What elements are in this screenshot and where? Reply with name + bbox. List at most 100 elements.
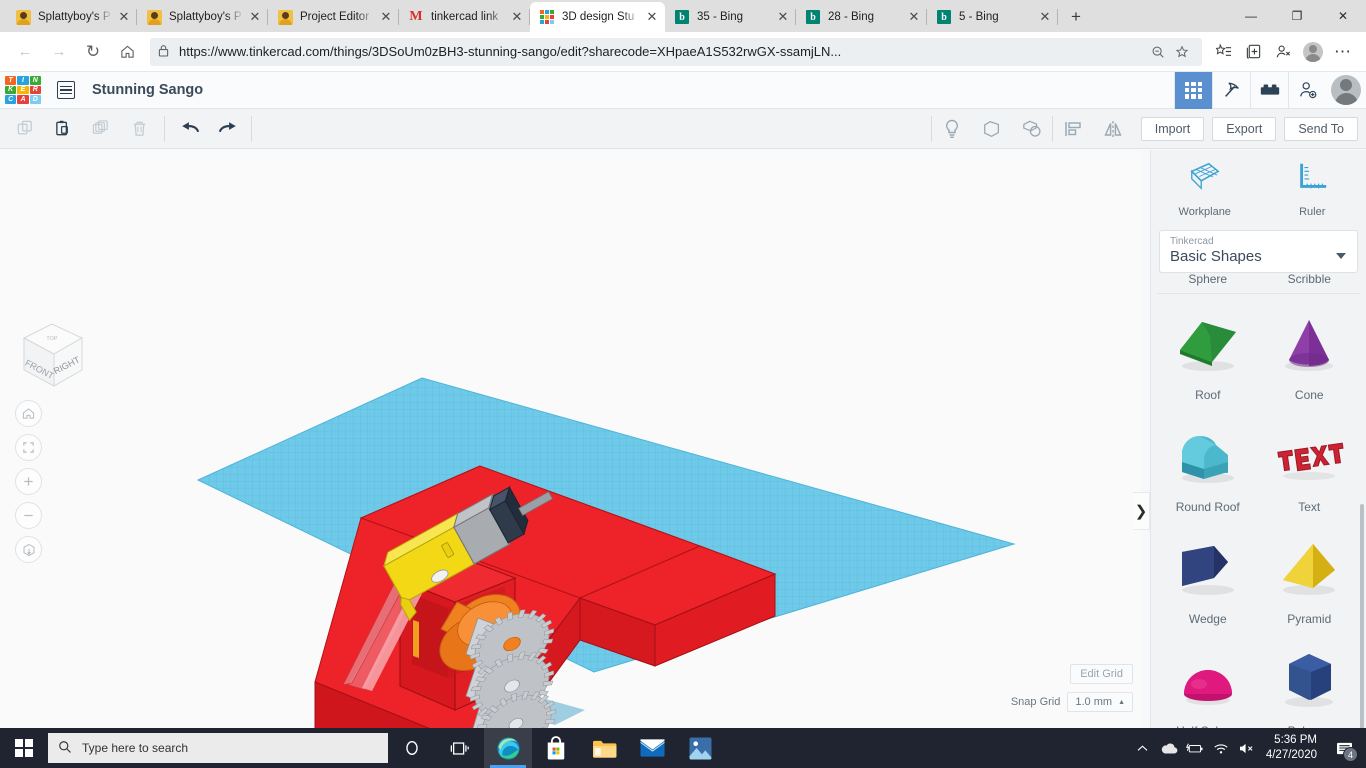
tab-close-button[interactable]: ✕: [115, 8, 133, 26]
browser-tab[interactable]: M tinkercad link ✕: [399, 2, 530, 32]
redo-icon[interactable]: [209, 112, 247, 146]
shapes-scroll-area[interactable]: Sphere Scribble Roof Cone Round Roof Tex…: [1151, 272, 1366, 728]
add-person-icon[interactable]: [1288, 71, 1326, 109]
browser-tab[interactable]: b 5 - Bing ✕: [927, 2, 1058, 32]
home-view-icon[interactable]: [15, 400, 42, 427]
browser-tab[interactable]: Splattyboy's P ✕: [6, 2, 137, 32]
browser-tab[interactable]: b 35 - Bing ✕: [665, 2, 796, 32]
view-cube[interactable]: TOP FRONT RIGHT: [14, 316, 90, 394]
shape-label: Pyramid: [1287, 612, 1332, 626]
favorites-icon[interactable]: [1208, 37, 1238, 67]
import-button[interactable]: Import: [1140, 116, 1205, 141]
panel-scrollbar[interactable]: [1360, 504, 1364, 728]
share-icon[interactable]: [1268, 37, 1298, 67]
profile-icon[interactable]: [1298, 37, 1328, 67]
shape-item-polygon[interactable]: Polygon: [1259, 630, 1361, 728]
half-sphere-shape-icon: [1172, 640, 1244, 718]
windows-start-icon[interactable]: [0, 728, 48, 768]
shape-item-sphere[interactable]: Sphere: [1157, 272, 1259, 290]
onedrive-icon[interactable]: [1156, 728, 1182, 768]
edge-icon[interactable]: [484, 728, 532, 768]
light-bulb-icon[interactable]: [932, 112, 972, 146]
pickaxe-icon[interactable]: [1212, 71, 1250, 109]
show-hidden-icons-chevron[interactable]: [1130, 728, 1156, 768]
tab-close-button[interactable]: ✕: [1036, 8, 1054, 26]
taskbar-clock[interactable]: 5:36 PM 4/27/2020: [1260, 733, 1326, 763]
file-explorer-icon[interactable]: [580, 728, 628, 768]
shape-item-pyramid[interactable]: Pyramid: [1259, 518, 1361, 630]
forward-button[interactable]: →: [42, 35, 76, 69]
shape-item-roof[interactable]: Roof: [1157, 294, 1259, 406]
panel-collapse-handle[interactable]: ❯: [1133, 492, 1150, 530]
snap-grid-dropdown[interactable]: 1.0 mm ▲: [1067, 692, 1133, 712]
tab-close-button[interactable]: ✕: [774, 8, 792, 26]
tinkercad-logo-icon[interactable]: T I N K E R C A D: [5, 76, 41, 104]
action-center-icon[interactable]: 4: [1326, 728, 1362, 768]
mirror-icon[interactable]: [1093, 112, 1133, 146]
cortana-icon[interactable]: [388, 728, 436, 768]
shape-item-cone[interactable]: Cone: [1259, 294, 1361, 406]
workplane-tool[interactable]: Workplane: [1151, 160, 1259, 218]
battery-icon[interactable]: [1182, 728, 1208, 768]
browser-tab-active[interactable]: 3D design Stu ✕: [530, 2, 665, 32]
ortho-perspective-icon[interactable]: [15, 536, 42, 563]
shape-library-dropdown[interactable]: Tinkercad Basic Shapes: [1159, 230, 1358, 273]
export-button[interactable]: Export: [1212, 116, 1277, 141]
tab-close-button[interactable]: ✕: [377, 8, 395, 26]
copy-icon[interactable]: [6, 112, 44, 146]
zoom-out-icon[interactable]: [15, 502, 42, 529]
tab-title: Splattyboy's P: [169, 11, 242, 23]
volume-muted-icon[interactable]: [1234, 728, 1260, 768]
design-name[interactable]: Stunning Sango: [92, 82, 203, 98]
microsoft-store-icon[interactable]: [532, 728, 580, 768]
browser-tab[interactable]: Project Editor ✕: [268, 2, 399, 32]
address-bar[interactable]: https://www.tinkercad.com/things/3DSoUm0…: [150, 37, 1202, 66]
ruler-tool[interactable]: Ruler: [1259, 160, 1366, 218]
tab-close-button[interactable]: ✕: [905, 8, 923, 26]
delete-icon[interactable]: [120, 112, 158, 146]
shape-label: Scribble: [1287, 272, 1331, 286]
mail-icon[interactable]: [628, 728, 676, 768]
tab-close-button[interactable]: ✕: [643, 8, 661, 26]
shape-item-round-roof[interactable]: Round Roof: [1157, 406, 1259, 518]
minimize-button[interactable]: —: [1228, 0, 1274, 32]
shape-item-text[interactable]: Text: [1259, 406, 1361, 518]
close-window-button[interactable]: ✕: [1320, 0, 1366, 32]
back-button[interactable]: ←: [8, 35, 42, 69]
reload-button[interactable]: ↻: [76, 35, 110, 69]
collections-icon[interactable]: [1238, 37, 1268, 67]
shape-item-wedge[interactable]: Wedge: [1157, 518, 1259, 630]
user-avatar[interactable]: [1326, 72, 1366, 109]
tab-close-button[interactable]: ✕: [246, 8, 264, 26]
shape-item-scribble[interactable]: Scribble: [1259, 272, 1361, 290]
list-menu-icon[interactable]: [57, 81, 75, 99]
zoom-out-icon[interactable]: [1146, 40, 1170, 64]
paste-icon[interactable]: [44, 112, 82, 146]
shapes-grid: Sphere Scribble Roof Cone Round Roof Tex…: [1151, 272, 1366, 728]
task-view-icon[interactable]: [436, 728, 484, 768]
home-button[interactable]: [110, 35, 144, 69]
edit-grid-button[interactable]: Edit Grid: [1070, 664, 1133, 684]
undo-icon[interactable]: [171, 112, 209, 146]
duplicate-icon[interactable]: [82, 112, 120, 146]
photos-icon[interactable]: [676, 728, 724, 768]
lego-brick-icon[interactable]: [1250, 71, 1288, 109]
favorite-star-icon[interactable]: [1170, 40, 1194, 64]
fit-to-view-icon[interactable]: [15, 434, 42, 461]
align-icon[interactable]: [1053, 112, 1093, 146]
new-tab-button[interactable]: +: [1062, 3, 1090, 31]
maximize-button[interactable]: ❐: [1274, 0, 1320, 32]
settings-more-icon[interactable]: ⋯: [1328, 37, 1358, 67]
search-input[interactable]: Type here to search: [48, 733, 388, 763]
browser-tab[interactable]: b 28 - Bing ✕: [796, 2, 927, 32]
wifi-icon[interactable]: [1208, 728, 1234, 768]
group-shapes-icon[interactable]: [1012, 112, 1052, 146]
browser-tab[interactable]: Splattyboy's P ✕: [137, 2, 268, 32]
shape-item-half-sphere[interactable]: Half Sphere: [1157, 630, 1259, 728]
zoom-in-icon[interactable]: [15, 468, 42, 495]
send-to-button[interactable]: Send To: [1284, 116, 1358, 141]
apps-grid-icon[interactable]: [1174, 71, 1212, 109]
3d-canvas[interactable]: TOP FRONT RIGHT Edit Grid Snap Grid 1.0 …: [0, 150, 1141, 728]
shape-outline-icon[interactable]: [972, 112, 1012, 146]
tab-close-button[interactable]: ✕: [508, 8, 526, 26]
